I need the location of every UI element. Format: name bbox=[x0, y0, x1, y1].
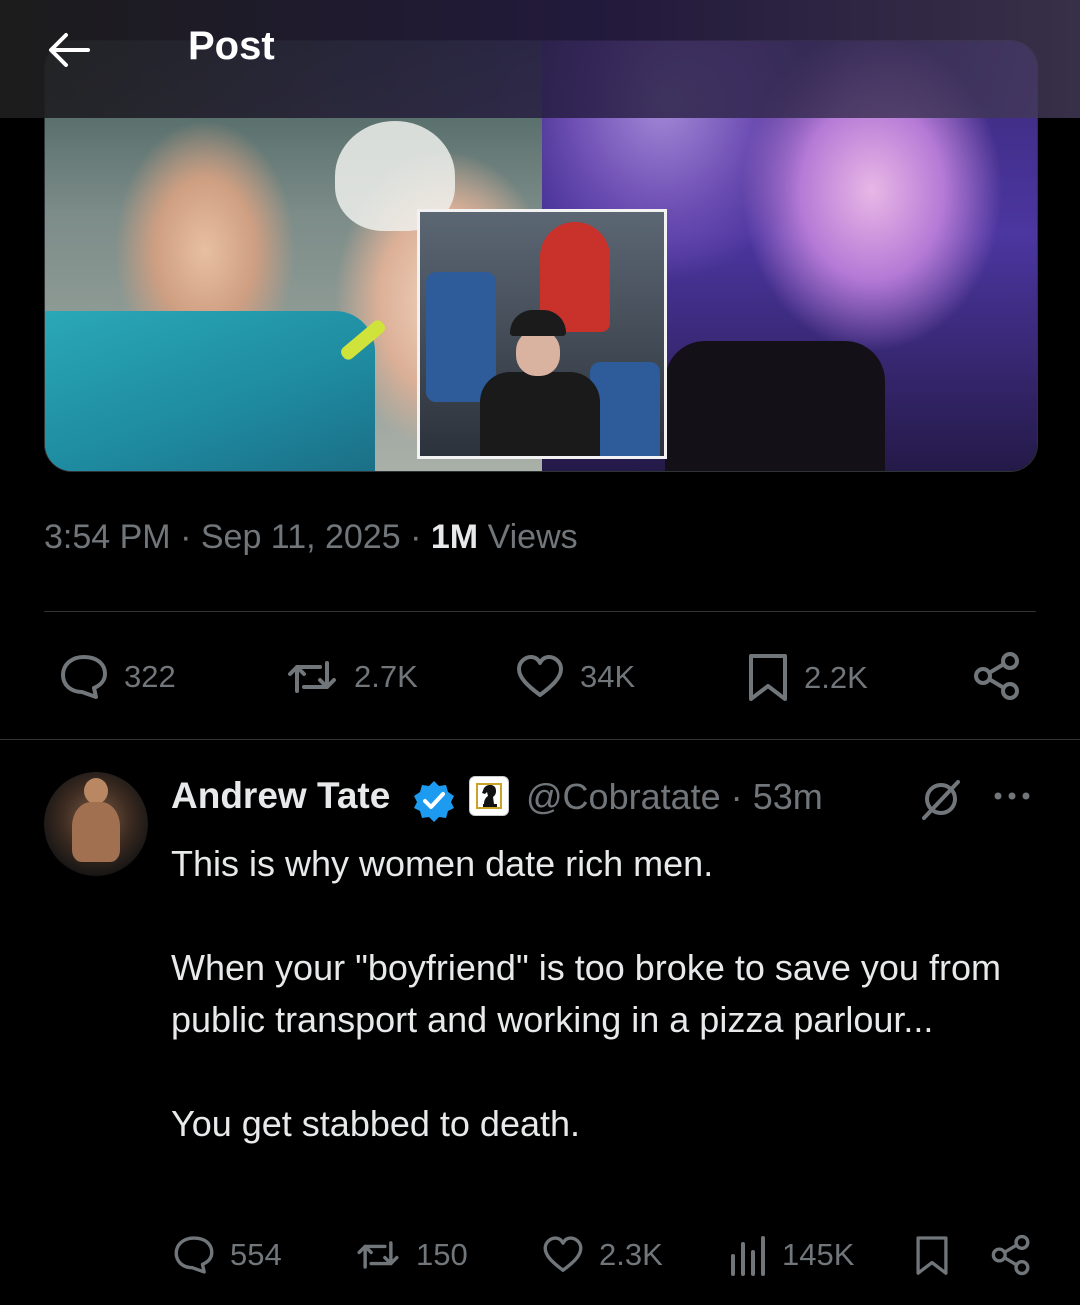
reply-paragraph: When your "boyfriend" is too broke to sa… bbox=[171, 947, 1001, 1040]
verified-badge-icon bbox=[414, 781, 454, 822]
post-views-label[interactable]: Views bbox=[488, 518, 578, 556]
reply-bookmark-button[interactable] bbox=[914, 1234, 950, 1278]
divider bbox=[0, 739, 1080, 740]
grok-icon bbox=[922, 780, 960, 820]
media-inset-photo bbox=[417, 209, 667, 459]
share-icon bbox=[991, 1234, 1030, 1276]
inset-seat bbox=[590, 362, 660, 456]
like-count: 34K bbox=[580, 659, 636, 694]
author-handle-line: @Cobratate · 53m bbox=[526, 776, 823, 818]
grok-button[interactable] bbox=[918, 776, 964, 827]
reply-like-button[interactable]: 2.3K bbox=[541, 1234, 663, 1276]
post-date: Sep 11, 2025 bbox=[200, 518, 401, 556]
avatar[interactable] bbox=[44, 772, 148, 876]
repost-button[interactable]: 2.7K bbox=[284, 653, 418, 701]
reply-repost-count: 150 bbox=[416, 1237, 468, 1272]
heart-icon bbox=[543, 1236, 583, 1272]
reply-body: This is why women date rich men. When yo… bbox=[171, 838, 1031, 1150]
reply-views-button[interactable]: 145K bbox=[728, 1234, 854, 1276]
repost-count: 2.7K bbox=[354, 659, 418, 694]
avatar-torso bbox=[72, 802, 120, 862]
speech-bubble-icon bbox=[174, 1236, 214, 1274]
arrow-left-icon bbox=[49, 33, 90, 67]
post-time: 3:54 PM bbox=[44, 518, 171, 556]
more-dots-icon bbox=[994, 792, 1030, 800]
repost-arrows-icon bbox=[288, 661, 336, 693]
media-detail-top bbox=[665, 341, 885, 471]
reply-views-count: 145K bbox=[782, 1237, 855, 1272]
reply-like-count: 2.3K bbox=[599, 1237, 663, 1272]
author-handle[interactable]: @Cobratate bbox=[526, 776, 721, 817]
divider bbox=[44, 611, 1036, 612]
media-detail-shorts bbox=[45, 311, 375, 471]
post-views-count[interactable]: 1M bbox=[431, 518, 478, 556]
more-options-button[interactable] bbox=[990, 776, 1034, 821]
reply-reply-count: 554 bbox=[230, 1237, 282, 1272]
inset-person-face bbox=[516, 330, 560, 376]
reply-paragraph: You get stabbed to death. bbox=[171, 1103, 581, 1144]
share-icon bbox=[974, 652, 1019, 700]
share-button[interactable] bbox=[972, 651, 1022, 701]
back-button[interactable] bbox=[44, 26, 94, 74]
bookmark-button[interactable]: 2.2K bbox=[746, 653, 868, 703]
meta-separator: · bbox=[410, 518, 422, 556]
bookmark-count: 2.2K bbox=[804, 660, 868, 695]
repost-arrows-icon bbox=[357, 1241, 399, 1269]
avatar-head bbox=[84, 778, 108, 804]
handle-separator: · bbox=[730, 776, 743, 817]
bookmark-icon bbox=[749, 654, 787, 701]
affiliate-badge[interactable] bbox=[469, 776, 509, 816]
reply-count: 322 bbox=[124, 659, 176, 694]
reply-share-button[interactable] bbox=[990, 1234, 1032, 1276]
post-meta: 3:54 PM · Sep 11, 2025 · 1M Views bbox=[44, 518, 578, 557]
reply-reply-button[interactable]: 554 bbox=[172, 1234, 282, 1276]
bookmark-icon bbox=[916, 1236, 948, 1275]
author-name[interactable]: Andrew Tate bbox=[171, 775, 390, 817]
heart-icon bbox=[517, 655, 563, 697]
top-bar: Post bbox=[0, 0, 1080, 118]
like-button[interactable]: 34K bbox=[514, 653, 635, 701]
inset-person-shirt bbox=[480, 372, 600, 456]
meta-separator: · bbox=[180, 518, 192, 556]
chess-knight-icon bbox=[476, 783, 502, 809]
post-age[interactable]: 53m bbox=[753, 776, 823, 817]
speech-bubble-icon bbox=[61, 655, 107, 699]
reply-repost-button[interactable]: 150 bbox=[354, 1234, 468, 1276]
page-title: Post bbox=[188, 24, 275, 68]
bar-chart-icon bbox=[731, 1236, 765, 1276]
reply-button[interactable]: 322 bbox=[58, 653, 176, 701]
reply-paragraph: This is why women date rich men. bbox=[171, 843, 714, 884]
